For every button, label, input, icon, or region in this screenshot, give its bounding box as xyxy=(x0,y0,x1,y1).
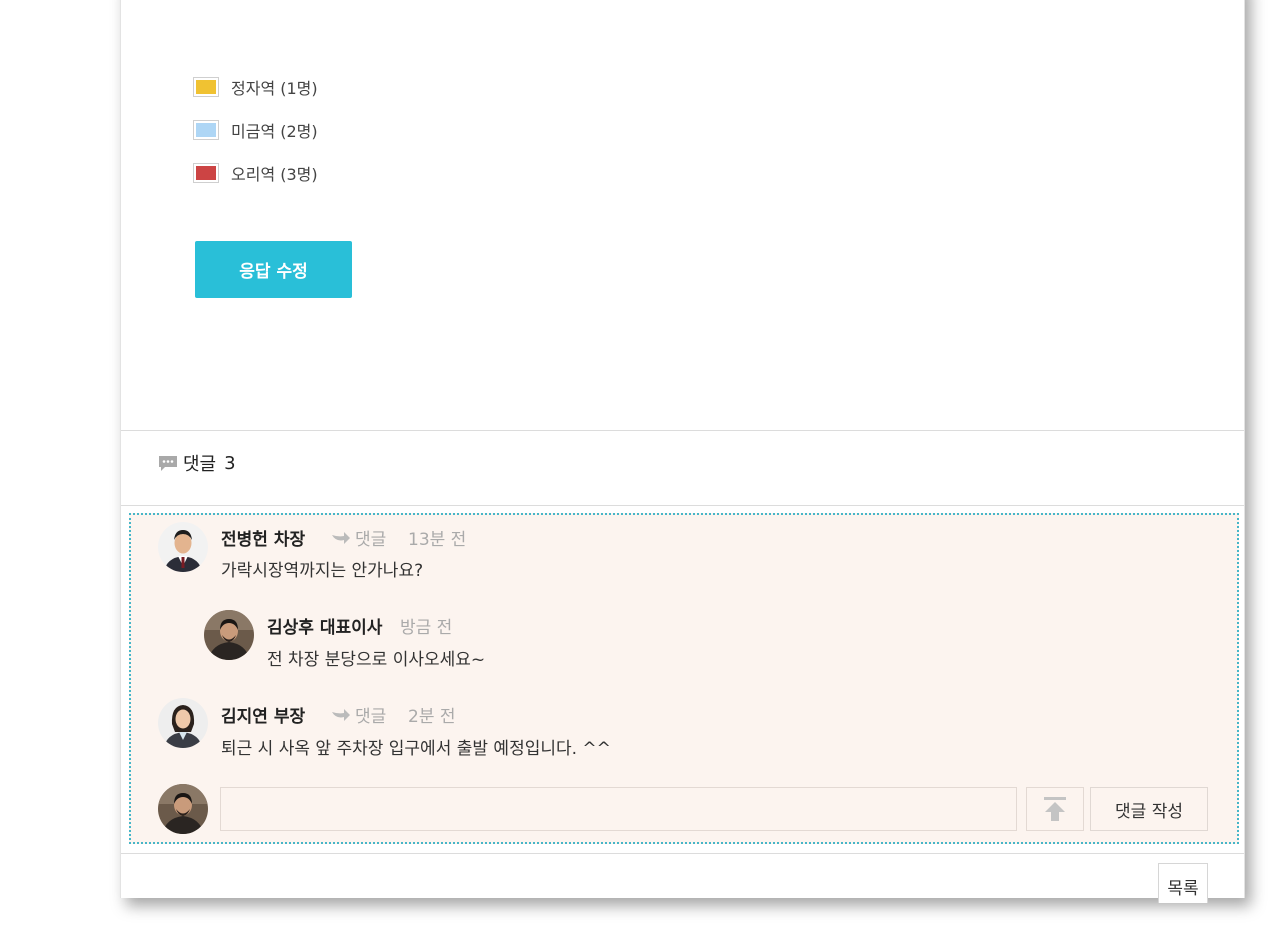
legend-label: 정자역 (1명) xyxy=(231,79,318,98)
divider xyxy=(121,430,1244,431)
submit-comment-button[interactable]: 댓글 작성 xyxy=(1090,787,1208,831)
comment-author[interactable]: 김지연 부장 xyxy=(221,702,305,727)
speech-bubble-icon xyxy=(159,456,177,471)
reply-label: 댓글 xyxy=(355,530,387,550)
legend-item-migeum: 미금역 (2명) xyxy=(193,118,318,142)
comments-header: 댓글 3 xyxy=(158,450,236,476)
avatar xyxy=(158,522,208,572)
legend-swatch xyxy=(193,163,219,183)
comment-input[interactable] xyxy=(220,787,1017,831)
comment-time: 2분 전 xyxy=(408,707,456,727)
reply-arrow-icon xyxy=(332,531,350,544)
comment-author[interactable]: 김상후 대표이사 xyxy=(267,613,382,638)
legend-item-jeongja: 정자역 (1명) xyxy=(193,75,318,99)
list-button[interactable]: 목록 xyxy=(1158,863,1208,903)
avatar xyxy=(158,698,208,748)
comment-author[interactable]: 전병헌 차장 xyxy=(221,525,305,550)
current-user-avatar xyxy=(158,784,208,834)
reply-link[interactable]: 댓글 xyxy=(331,525,386,550)
comment-time: 방금 전 xyxy=(400,618,453,638)
legend-label: 오리역 (3명) xyxy=(231,165,318,184)
comments-count: 3 xyxy=(224,452,236,474)
pie-chart xyxy=(517,0,647,16)
comment-text: 가락시장역까지는 안가나요? xyxy=(221,561,424,581)
upload-arrow-icon xyxy=(1044,797,1066,821)
divider xyxy=(121,505,1244,506)
reply-label: 댓글 xyxy=(355,707,387,727)
divider xyxy=(121,853,1244,854)
comment-time: 13분 전 xyxy=(408,530,467,550)
page: 정자역 (1명) 미금역 (2명) 오리역 (3명) 응답 수정 댓글 3 전병… xyxy=(0,0,1280,932)
avatar xyxy=(204,610,254,660)
comments-title: 댓글 xyxy=(183,454,217,475)
reply-link[interactable]: 댓글 xyxy=(331,702,386,727)
upload-button[interactable] xyxy=(1026,787,1084,831)
comment-text: 퇴근 시 사옥 앞 주차장 입구에서 출발 예정입니다. ^^ xyxy=(221,739,611,759)
comment-text: 전 차장 분당으로 이사오세요~ xyxy=(267,650,486,670)
legend-swatch xyxy=(193,77,219,97)
legend-swatch xyxy=(193,120,219,140)
edit-response-button[interactable]: 응답 수정 xyxy=(195,241,352,298)
reply-arrow-icon xyxy=(332,708,350,721)
legend-label: 미금역 (2명) xyxy=(231,122,318,141)
legend-item-ori: 오리역 (3명) xyxy=(193,161,318,185)
